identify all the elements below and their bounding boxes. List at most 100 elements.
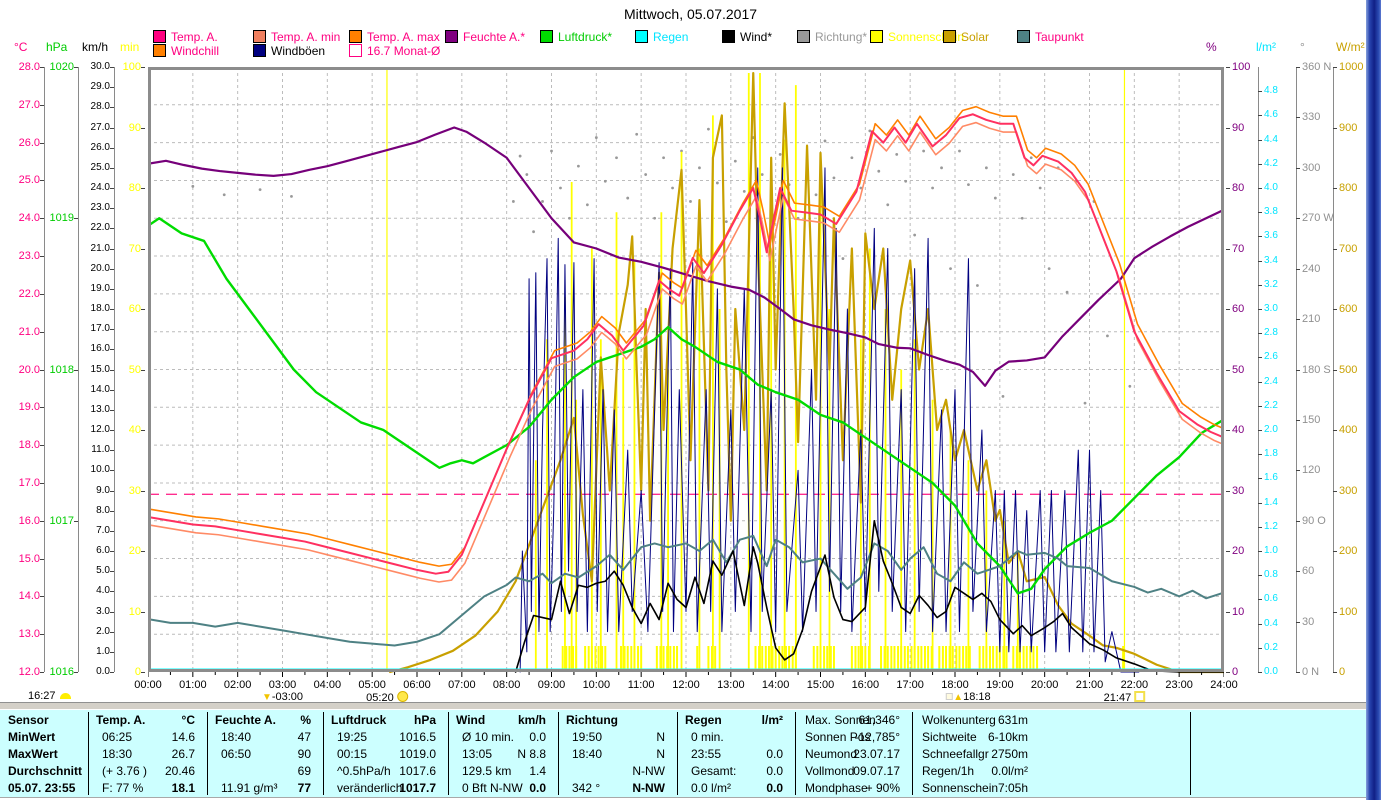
table-cell: 18:40 47 xyxy=(209,729,319,746)
table-cell: 23:55 0.0 xyxy=(679,746,791,763)
axis-tick-label-kmh: 14.0 xyxy=(90,383,110,395)
col-header: Richtung xyxy=(566,713,618,727)
x-axis-label-14-00: 14:00 xyxy=(761,679,790,691)
x-axis-label-18-00: 18:00 xyxy=(941,679,969,691)
sunset-sun-icon xyxy=(1134,691,1146,702)
table-cell: 06:50 90 xyxy=(209,746,319,763)
cell-value: 69 xyxy=(297,764,311,778)
col-header: Feuchte A. xyxy=(215,713,276,727)
tick-solar_wm2 xyxy=(1333,611,1337,613)
axis-tick-label-temp_c: 19.0 xyxy=(18,401,40,414)
x-axis-label-23-00: 23:00 xyxy=(1165,679,1193,691)
cell-value: 90 xyxy=(297,747,311,761)
tick-kmh xyxy=(110,591,114,593)
cell-label: 18:30 xyxy=(102,747,133,761)
tick-rain_lm2 xyxy=(1258,188,1262,189)
table-divider xyxy=(795,712,796,795)
x-axis-label-19-00: 19:00 xyxy=(986,679,1014,691)
axis-tick-label-rain_lm2: 4.0 xyxy=(1264,182,1278,193)
table-divider xyxy=(448,712,449,795)
tick-temp_c xyxy=(40,142,44,144)
table-cell: 06:25 14.6 xyxy=(90,729,203,746)
tick-temp_c xyxy=(40,256,44,258)
x-axis-label-15-00: 15:00 xyxy=(806,679,835,691)
tick-rain_lm2 xyxy=(1258,647,1262,649)
tick-sun_min xyxy=(141,309,145,310)
tick-pct xyxy=(1226,127,1230,129)
cell-label: 0 min. xyxy=(691,730,724,744)
tick-wind_deg xyxy=(1296,117,1300,119)
tick-pct xyxy=(1226,369,1230,371)
table-cell: 0 min. xyxy=(679,729,791,746)
legend-label: Temp. A. xyxy=(171,30,218,44)
tick-solar_wm2 xyxy=(1333,672,1337,673)
table-cell: F: 77 % 18.1 xyxy=(90,780,203,797)
small-sun-icon xyxy=(946,693,954,700)
cell-value: 47 xyxy=(297,730,311,744)
cell-value: 18.1 xyxy=(171,781,195,795)
legend-swatch-icon xyxy=(635,30,648,43)
axis-tick-label-temp_c: 21.0 xyxy=(18,325,40,338)
x-axis-label-20-00: 20:00 xyxy=(1030,679,1059,691)
tick-wind_deg xyxy=(1296,319,1300,321)
tick-hpa xyxy=(74,218,78,220)
table-cell: 0 Bft N-NW 0.0 xyxy=(450,780,554,797)
axis-tick-label-wind_deg: 360 N xyxy=(1302,61,1332,73)
axis-tick-label-wind_deg: 210 xyxy=(1302,313,1321,326)
table-cell: ^0.5hPa/h 1017.6 xyxy=(325,763,444,780)
cell-value: 26.7 xyxy=(171,747,195,761)
axis-tick-label-rain_lm2: 0.6 xyxy=(1264,593,1278,605)
legend-label: Temp. A. max xyxy=(367,30,440,44)
tick-rain_lm2 xyxy=(1258,672,1262,673)
axis-tick-label-kmh: 10.0 xyxy=(90,464,110,476)
tick-wind_deg xyxy=(1296,571,1300,573)
tick-rain_lm2 xyxy=(1258,309,1262,310)
tick-temp_c xyxy=(40,331,44,333)
tick-kmh xyxy=(110,530,114,532)
tick-wind_deg xyxy=(1296,621,1300,623)
axis-tick-label-rain_lm2: 3.8 xyxy=(1264,206,1278,218)
tick-solar_wm2 xyxy=(1333,67,1337,68)
tick-rain_lm2 xyxy=(1258,599,1262,601)
tick-solar_wm2 xyxy=(1333,127,1337,129)
axis-tick-label-rain_lm2: 4.4 xyxy=(1264,133,1278,145)
x-axis-label-02-00: 02:00 xyxy=(223,679,252,691)
info-value: 631m xyxy=(997,713,1028,727)
table-col-header-richtung: Richtung xyxy=(560,712,673,729)
info-label: Sichtweite xyxy=(922,730,977,744)
legend-item-windb-en: Windböen xyxy=(253,44,325,58)
legend-label: Temp. A. min xyxy=(271,30,341,44)
table-col-header-wind: Wind km/h xyxy=(450,712,554,729)
tick-sun_min xyxy=(141,127,145,129)
axis-tick-label-wind_deg: 60 xyxy=(1302,565,1315,578)
axis-tick-label-sun_min: 90 xyxy=(128,121,141,134)
cell-value: 0.0 xyxy=(529,730,546,744)
tick-rain_lm2 xyxy=(1258,502,1262,504)
col-unit: °C xyxy=(181,713,195,727)
sun-icon xyxy=(396,691,408,702)
table-row-label: MinWert xyxy=(2,729,86,746)
tick-temp_c xyxy=(40,445,44,447)
table-col-header-feuchte-a-: Feuchte A.% xyxy=(209,712,319,729)
axis-tick-label-rain_lm2: 3.6 xyxy=(1264,230,1278,242)
tick-rain_lm2 xyxy=(1258,381,1262,383)
tick-rain_lm2 xyxy=(1258,526,1262,528)
tick-temp_c xyxy=(40,634,44,636)
axis-tick-label-rain_lm2: 4.8 xyxy=(1264,85,1278,97)
row-label: Sensor xyxy=(8,713,49,727)
col-header: Luftdruck xyxy=(331,713,387,727)
axis-tick-label-rain_lm2: 1.0 xyxy=(1264,545,1278,556)
legend-swatch-icon xyxy=(445,30,458,43)
axis-tick-label-rain_lm2: 1.6 xyxy=(1264,472,1278,484)
cell-value: 20.46 xyxy=(164,764,195,778)
table-cell: Gesamt: 0.0 xyxy=(679,763,791,780)
cell-label: 0 Bft N-NW xyxy=(462,781,523,795)
cell-value: 14.6 xyxy=(171,730,195,744)
axis-header-kmh: km/h xyxy=(82,40,109,54)
legend-label: Wind* xyxy=(740,30,773,44)
legend-swatch-icon xyxy=(253,30,266,43)
tick-rain_lm2 xyxy=(1258,333,1262,335)
cell-value: 1.4 xyxy=(529,764,546,778)
row-label: Durchschnitt xyxy=(8,764,83,778)
tick-temp_c xyxy=(40,293,44,295)
